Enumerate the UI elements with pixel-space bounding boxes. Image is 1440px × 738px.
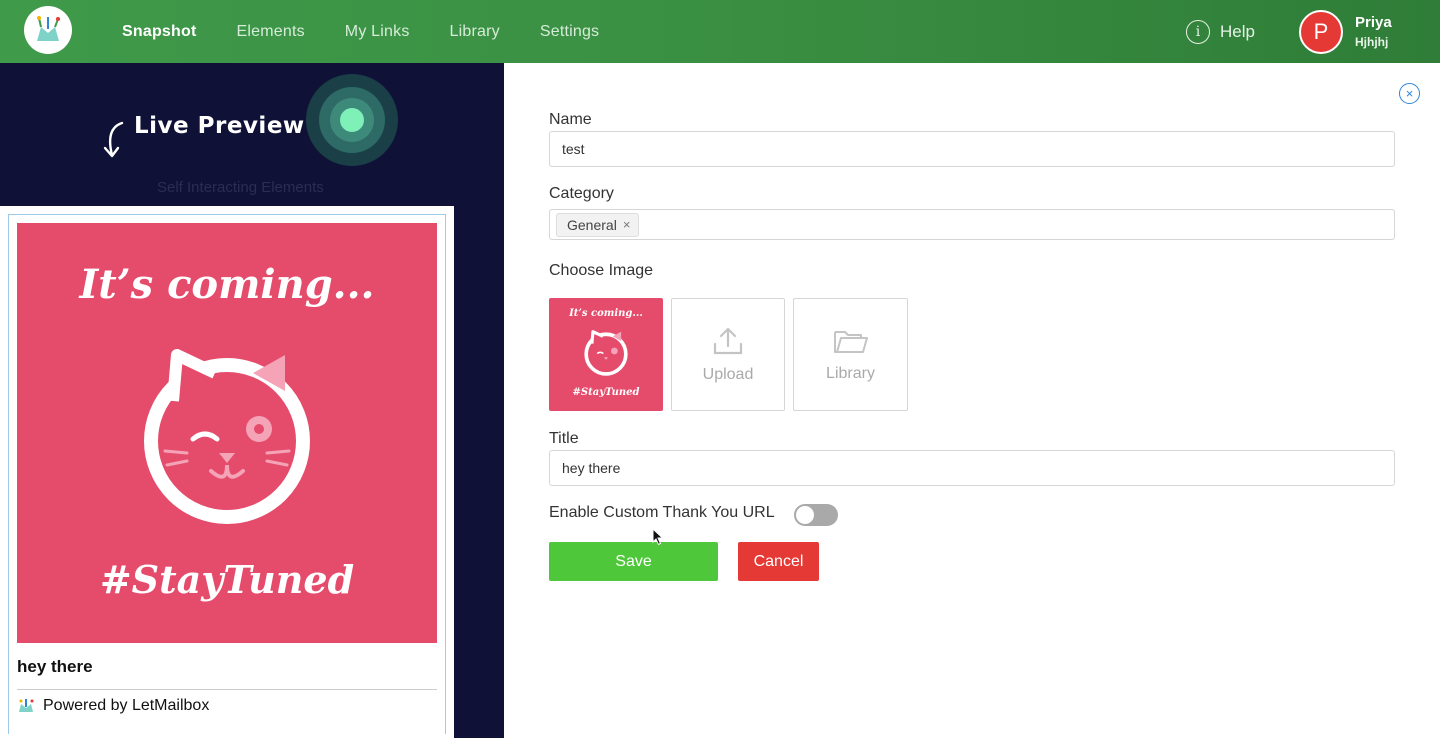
live-preview-label: Live Preview: [134, 113, 305, 139]
preview-frame: It’s coming... #StayTuned hey there Powe…: [8, 214, 446, 734]
preview-title: hey there: [17, 657, 93, 676]
cat-icon: [584, 330, 628, 376]
image-headline: It’s coming...: [79, 261, 375, 308]
name-input[interactable]: test: [549, 131, 1395, 167]
nav-snapshot[interactable]: Snapshot: [122, 23, 197, 41]
thumbnail-headline: It’s coming...: [569, 308, 643, 319]
chip-remove-icon[interactable]: ×: [623, 217, 631, 232]
image-hashtag: #StayTuned: [99, 557, 355, 602]
close-icon[interactable]: ×: [1399, 83, 1420, 104]
background-caption: Self Interacting Elements: [157, 179, 324, 196]
live-preview-panel: Live Preview Self Interacting Elements I…: [0, 63, 504, 738]
live-indicator-icon: [306, 74, 398, 166]
category-label: Category: [549, 185, 614, 202]
logo-icon[interactable]: [24, 6, 72, 54]
upload-tile[interactable]: Upload: [671, 298, 785, 411]
selected-image-thumbnail[interactable]: It’s coming... #StayTuned: [549, 298, 663, 411]
category-chip: General ×: [556, 212, 640, 237]
choose-image-label: Choose Image: [549, 262, 654, 279]
nav-settings[interactable]: Settings: [540, 23, 599, 41]
toggle-knob: [796, 506, 814, 524]
cancel-button[interactable]: Cancel: [738, 542, 819, 581]
category-select[interactable]: General ×: [549, 209, 1395, 240]
library-tile[interactable]: Library: [793, 298, 908, 411]
nav-elements[interactable]: Elements: [237, 23, 305, 41]
save-button[interactable]: Save: [549, 542, 718, 581]
mailbox-icon: [19, 699, 34, 712]
upload-label: Upload: [702, 365, 754, 383]
title-label: Title: [549, 430, 579, 447]
cursor-icon: [652, 528, 664, 546]
help-icon: i: [1186, 20, 1210, 44]
powered-by[interactable]: Powered by LetMailbox: [17, 697, 209, 715]
library-label: Library: [826, 364, 875, 382]
preview-image: It’s coming... #StayTuned: [17, 223, 437, 643]
custom-url-toggle[interactable]: [794, 504, 838, 526]
help-label: Help: [1220, 22, 1255, 41]
user-name: Priya: [1355, 14, 1392, 31]
top-navbar: Snapshot Elements My Links Library Setti…: [0, 0, 1440, 63]
divider: [17, 689, 437, 690]
help-link[interactable]: i Help: [1186, 20, 1255, 44]
preview-card: It’s coming... #StayTuned hey there Powe…: [0, 206, 454, 738]
avatar[interactable]: P: [1299, 10, 1343, 54]
title-input[interactable]: hey there: [549, 450, 1395, 486]
thumbnail-hashtag: #StayTuned: [572, 387, 640, 398]
upload-icon: [713, 327, 743, 354]
folder-icon: [833, 330, 868, 353]
nav-library[interactable]: Library: [450, 23, 500, 41]
powered-by-text: Powered by LetMailbox: [43, 697, 210, 714]
name-label: Name: [549, 111, 592, 128]
main-nav: Snapshot Elements My Links Library Setti…: [122, 0, 599, 63]
category-chip-label: General: [567, 216, 617, 233]
arrow-icon: [103, 121, 124, 158]
cat-icon: [144, 349, 310, 524]
custom-url-label: Enable Custom Thank You URL: [549, 504, 775, 521]
nav-my-links[interactable]: My Links: [345, 23, 410, 41]
user-subtitle: Hjhjhj: [1355, 35, 1389, 49]
